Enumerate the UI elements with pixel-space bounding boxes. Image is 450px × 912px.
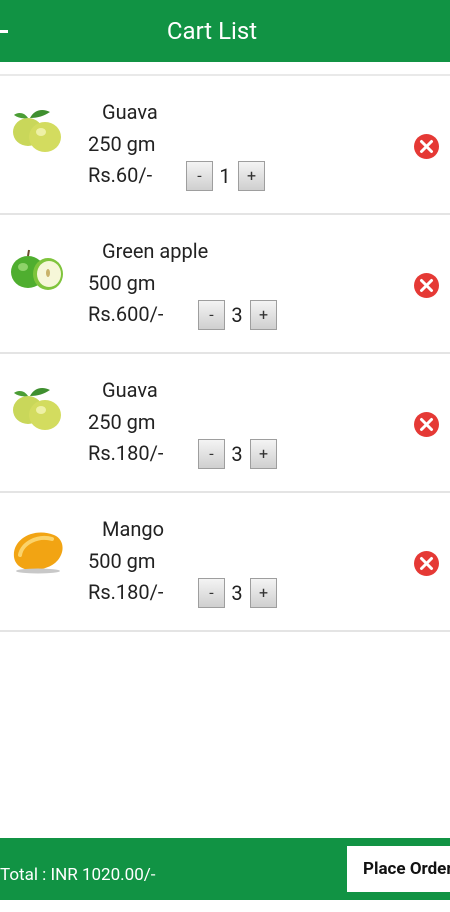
item-name: Green apple	[102, 239, 209, 263]
remove-item-icon[interactable]	[413, 272, 440, 299]
remove-item-icon[interactable]	[413, 550, 440, 577]
cart-item: Guava 250 gm Rs.180/- - 3 +	[0, 354, 450, 493]
increase-quantity-button[interactable]: +	[238, 161, 265, 191]
decrease-quantity-button[interactable]: -	[198, 439, 225, 469]
header-bar: Cart List	[0, 0, 450, 62]
cart-item: Guava 250 gm Rs.60/- - 1 +	[0, 76, 450, 215]
item-name: Mango	[102, 517, 165, 541]
cart-item: Mango 500 gm Rs.180/- - 3 +	[0, 493, 450, 632]
guava-icon	[13, 110, 61, 152]
footer-bar: Total : INR 1020.00/- Place Order	[0, 838, 450, 900]
item-weight: 500 gm	[88, 549, 156, 573]
decrease-quantity-button[interactable]: -	[198, 578, 225, 608]
quantity-value: 3	[231, 303, 243, 327]
increase-quantity-button[interactable]: +	[250, 578, 277, 608]
increase-quantity-button[interactable]: +	[250, 439, 277, 469]
item-price: Rs.180/-	[88, 441, 164, 465]
cart-item: Green apple 500 gm Rs.600/- - 3 +	[0, 215, 450, 354]
decrease-quantity-button[interactable]: -	[198, 300, 225, 330]
item-weight: 500 gm	[88, 271, 156, 295]
item-name: Guava	[102, 100, 158, 124]
green-apple-icon	[11, 249, 63, 290]
remove-item-icon[interactable]	[413, 411, 440, 438]
guava-icon	[13, 388, 61, 430]
decrease-quantity-button[interactable]: -	[186, 161, 213, 191]
page-title: Cart List	[166, 17, 258, 45]
item-weight: 250 gm	[88, 132, 156, 156]
cart-total: Total : INR 1020.00/-	[0, 865, 156, 885]
increase-quantity-button[interactable]: +	[250, 300, 277, 330]
item-price: Rs.600/-	[88, 302, 164, 326]
quantity-value: 3	[231, 581, 243, 605]
place-order-button[interactable]: Place Order	[347, 846, 450, 892]
item-weight: 250 gm	[88, 410, 156, 434]
mango-icon	[13, 532, 63, 574]
item-price: Rs.180/-	[88, 580, 164, 604]
remove-item-icon[interactable]	[413, 133, 440, 160]
item-price: Rs.60/-	[88, 163, 153, 187]
quantity-value: 3	[231, 442, 243, 466]
quantity-value: 1	[219, 164, 231, 188]
item-name: Guava	[102, 378, 158, 402]
